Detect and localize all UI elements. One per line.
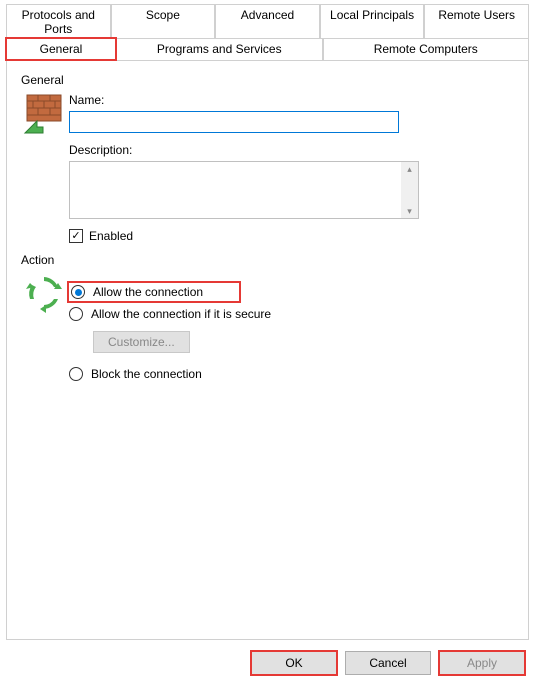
action-group: Allow the connection Allow the connectio… <box>19 271 516 387</box>
radio-block-connection[interactable]: Block the connection <box>69 367 516 381</box>
radio-allow-label: Allow the connection <box>93 285 203 299</box>
ok-button[interactable]: OK <box>251 651 337 675</box>
apply-button[interactable]: Apply <box>439 651 525 675</box>
description-scrollbar[interactable]: ▴ ▾ <box>401 162 418 218</box>
tab-row-2: General Programs and Services Remote Com… <box>6 38 529 60</box>
action-fields: Allow the connection Allow the connectio… <box>69 271 516 387</box>
firewall-icon <box>19 91 69 243</box>
tab-strip: Protocols and Ports Scope Advanced Local… <box>0 0 535 61</box>
recycle-icon <box>19 271 69 387</box>
scroll-down-icon[interactable]: ▾ <box>401 204 418 218</box>
radio-allow-circle[interactable] <box>71 285 85 299</box>
tab-programs-and-services[interactable]: Programs and Services <box>116 38 323 60</box>
general-group-label: General <box>21 73 516 87</box>
tab-remote-users[interactable]: Remote Users <box>424 4 529 39</box>
cancel-button[interactable]: Cancel <box>345 651 431 675</box>
enabled-checkbox[interactable]: ✓ <box>69 229 83 243</box>
tab-protocols-and-ports[interactable]: Protocols and Ports <box>6 4 111 39</box>
action-group-label: Action <box>21 253 516 267</box>
enabled-label: Enabled <box>89 229 133 243</box>
enabled-checkbox-row[interactable]: ✓ Enabled <box>69 229 516 243</box>
description-label: Description: <box>69 143 516 157</box>
tab-advanced[interactable]: Advanced <box>215 4 320 39</box>
description-wrap: ▴ ▾ <box>69 161 419 219</box>
firewall-rule-properties-dialog: Protocols and Ports Scope Advanced Local… <box>0 0 535 685</box>
general-fields: Name: Description: ▴ ▾ ✓ Enabled <box>69 91 516 243</box>
name-input[interactable] <box>69 111 399 133</box>
general-group: Name: Description: ▴ ▾ ✓ Enabled <box>19 91 516 243</box>
general-tab-panel: General Name: <box>6 60 529 640</box>
action-radio-group: Allow the connection Allow the connectio… <box>69 283 516 381</box>
radio-block-circle[interactable] <box>69 367 83 381</box>
dialog-button-row: OK Cancel Apply <box>251 651 525 675</box>
tab-remote-computers[interactable]: Remote Computers <box>323 38 530 60</box>
tab-local-principals[interactable]: Local Principals <box>320 4 425 39</box>
tab-row-1: Protocols and Ports Scope Advanced Local… <box>6 4 529 39</box>
tab-general[interactable]: General <box>6 38 116 60</box>
radio-allow-secure-circle[interactable] <box>69 307 83 321</box>
radio-allow-connection[interactable]: Allow the connection <box>69 283 239 301</box>
radio-block-label: Block the connection <box>91 367 202 381</box>
scroll-up-icon[interactable]: ▴ <box>401 162 418 176</box>
customize-button: Customize... <box>93 331 190 353</box>
description-input[interactable] <box>70 162 400 218</box>
radio-allow-secure-label: Allow the connection if it is secure <box>91 307 271 321</box>
name-label: Name: <box>69 93 516 107</box>
radio-allow-secure[interactable]: Allow the connection if it is secure <box>69 307 516 321</box>
tab-scope[interactable]: Scope <box>111 4 216 39</box>
